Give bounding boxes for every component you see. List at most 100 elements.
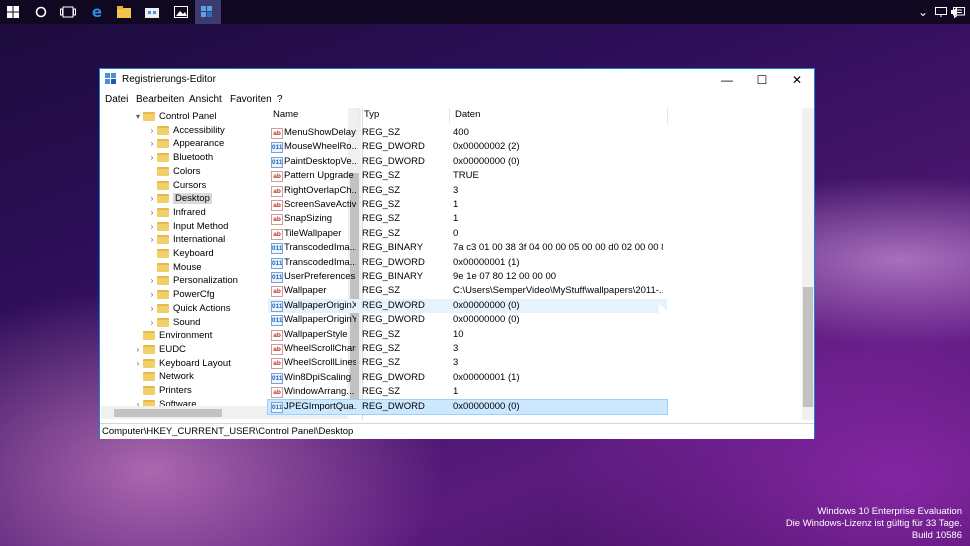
expand-chevron-icon[interactable]: › <box>147 318 157 327</box>
value-row[interactable]: ab WindowArrang... REG_SZ 1 <box>268 385 667 399</box>
tree-item-label: Personalization <box>173 275 238 287</box>
tree-item[interactable]: Colors <box>147 165 200 178</box>
tree-hscroll-thumb[interactable] <box>114 409 222 417</box>
menu-ansicht[interactable]: Ansicht <box>189 94 222 105</box>
tree-item[interactable]: › Quick Actions <box>147 302 231 315</box>
tree-item[interactable]: › Personalization <box>147 274 238 287</box>
tree-item[interactable]: › Input Method <box>147 220 229 233</box>
tree-item[interactable]: Environment <box>133 329 212 342</box>
menu-help[interactable]: ? <box>277 94 283 105</box>
maximize-button[interactable]: ☐ <box>745 69 779 91</box>
expand-chevron-icon[interactable]: › <box>147 208 157 217</box>
value-row[interactable]: 011 TranscodedIma... REG_BINARY 7a c3 01 00… <box>268 241 667 255</box>
value-row[interactable]: ab Pattern Upgrade REG_SZ TRUE <box>268 169 667 183</box>
tree-item[interactable]: › EUDC <box>133 343 186 356</box>
expand-chevron-icon[interactable]: › <box>147 139 157 148</box>
tree-item[interactable]: Mouse <box>147 261 202 274</box>
binary-value-icon: 011 <box>271 315 283 327</box>
regedit-icon[interactable] <box>195 0 221 24</box>
expand-chevron-icon[interactable]: ▾ <box>133 112 143 121</box>
value-row[interactable]: ab WallpaperStyle REG_SZ 10 <box>268 328 667 342</box>
value-row[interactable]: 011 PaintDesktopVe... REG_DWORD 0x00000000 … <box>268 155 667 169</box>
action-center-icon[interactable] <box>948 0 970 24</box>
value-row[interactable]: 011 UserPreferences... REG_BINARY 9e 1e 07 … <box>268 270 667 284</box>
value-row[interactable]: ab RightOverlapCh... REG_SZ 3 <box>268 184 667 198</box>
value-row[interactable]: ab ScreenSaveActive REG_SZ 1 <box>268 198 667 212</box>
tree-item[interactable]: Network <box>133 370 194 383</box>
binary-value-icon: 011 <box>271 401 283 413</box>
expand-chevron-icon[interactable]: › <box>147 304 157 313</box>
value-row[interactable]: 011 Win8DpiScaling REG_DWORD 0x00000001 (1) <box>268 371 667 385</box>
value-type: REG_BINARY <box>362 242 424 254</box>
expand-chevron-icon[interactable]: › <box>147 276 157 285</box>
column-separator[interactable] <box>449 108 450 124</box>
expand-chevron-icon[interactable]: › <box>147 235 157 244</box>
cortana-icon[interactable] <box>28 0 54 24</box>
column-header-data[interactable]: Daten <box>455 109 480 123</box>
tree-item[interactable]: › Infrared <box>147 206 206 219</box>
column-header-name[interactable]: Name <box>273 109 298 123</box>
expand-chevron-icon[interactable]: › <box>147 290 157 299</box>
tree-item[interactable]: › Desktop <box>147 192 212 205</box>
value-name: WheelScrollLines <box>284 357 356 369</box>
tree-item[interactable]: Cursors <box>147 179 206 192</box>
windows-start-icon[interactable] <box>0 0 26 24</box>
list-scroll-thumb[interactable] <box>803 287 813 407</box>
expand-chevron-icon[interactable]: › <box>133 359 143 368</box>
tree-item[interactable]: › PowerCfg <box>147 288 215 301</box>
tree-item[interactable]: › International <box>147 233 226 246</box>
title-bar[interactable]: Registrierungs-Editor — ☐ ✕ <box>100 69 814 91</box>
expand-chevron-icon[interactable]: › <box>147 194 157 203</box>
value-row[interactable]: 011 TranscodedIma... REG_DWORD 0x00000001 (… <box>268 256 667 270</box>
expand-chevron-icon[interactable]: › <box>147 153 157 162</box>
tree-item[interactable]: › Sound <box>147 316 201 329</box>
value-row[interactable]: 011 JPEGImportQua... REG_DWORD 0x00000000 (… <box>267 398 668 415</box>
menu-datei[interactable]: Datei <box>105 94 128 105</box>
tree-item[interactable]: Keyboard <box>147 247 214 260</box>
value-row[interactable]: ab MenuShowDelay REG_SZ 400 <box>268 126 667 140</box>
edge-icon[interactable]: e <box>84 0 110 24</box>
value-row[interactable]: ab Wallpaper REG_SZ C:\Users\SemperVideo\My… <box>268 284 667 298</box>
tree-item[interactable]: › Appearance <box>147 137 225 150</box>
folder-icon <box>143 372 155 382</box>
string-value-icon: ab <box>271 286 283 298</box>
value-type: REG_SZ <box>362 386 401 398</box>
menu-bearbeiten[interactable]: Bearbeiten <box>136 94 184 105</box>
column-separator[interactable] <box>667 108 668 124</box>
string-value-icon: ab <box>271 128 283 139</box>
column-header-type[interactable]: Typ <box>364 109 379 123</box>
value-row[interactable]: 011 MouseWheelRo... REG_DWORD 0x00000002 (2… <box>268 140 667 154</box>
value-row[interactable]: ab TileWallpaper REG_SZ 0 <box>268 227 667 241</box>
folder-icon <box>157 180 169 190</box>
value-row[interactable]: ab WheelScrollChars REG_SZ 3 <box>268 342 667 356</box>
value-type: REG_DWORD <box>362 256 425 268</box>
photos-icon[interactable] <box>168 0 194 24</box>
value-name: SnapSizing <box>284 213 333 225</box>
minimize-button[interactable]: — <box>710 69 744 91</box>
tree-item[interactable]: › Bluetooth <box>147 151 214 164</box>
expand-chevron-icon[interactable]: › <box>147 222 157 231</box>
file-explorer-icon[interactable] <box>111 0 137 24</box>
value-row[interactable]: 011 WallpaperOriginX REG_DWORD 0x00000000 (… <box>268 298 667 313</box>
column-separator[interactable] <box>358 108 359 124</box>
value-row[interactable]: ab SnapSizing REG_SZ 1 <box>268 212 667 226</box>
value-row[interactable]: 011 WallpaperOriginY REG_DWORD 0x00000000 (… <box>268 313 667 327</box>
string-value-icon: ab <box>271 200 283 211</box>
tree-item[interactable]: › Accessibility <box>147 124 225 137</box>
folder-icon <box>157 249 169 258</box>
value-row[interactable]: ab WheelScrollLines REG_SZ 3 <box>268 356 667 370</box>
tree-item[interactable]: Printers <box>133 384 192 397</box>
expand-chevron-icon[interactable]: › <box>133 345 143 354</box>
tree-item[interactable]: › Keyboard Layout <box>133 357 231 370</box>
tree-item[interactable]: ▾ Control Panel <box>133 110 217 123</box>
value-name: Win8DpiScaling <box>284 371 352 383</box>
folder-icon <box>157 153 169 163</box>
task-view-icon[interactable] <box>55 0 81 24</box>
close-button[interactable]: ✕ <box>780 69 814 91</box>
tree-item-label: PowerCfg <box>173 289 215 301</box>
binary-value-icon: 011 <box>271 257 283 269</box>
store-icon[interactable] <box>139 0 165 24</box>
string-value-icon: ab <box>271 387 283 399</box>
menu-favoriten[interactable]: Favoriten <box>230 94 272 105</box>
expand-chevron-icon[interactable]: › <box>147 126 157 135</box>
